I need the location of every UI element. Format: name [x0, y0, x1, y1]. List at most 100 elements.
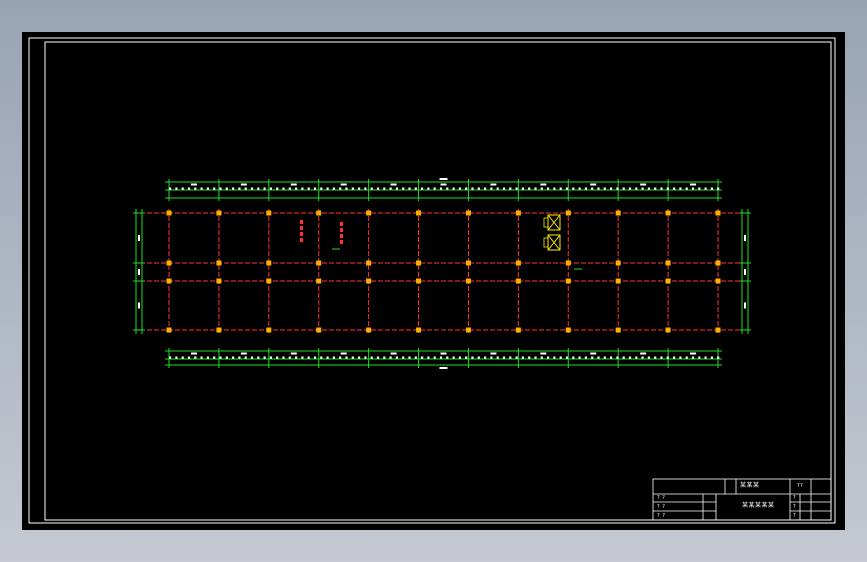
dimension-mark	[515, 356, 518, 359]
dimension-text	[744, 269, 746, 275]
dimension-mark	[490, 187, 493, 190]
dimension-mark	[320, 356, 323, 359]
dimension-mark	[547, 356, 550, 359]
dimension-mark	[502, 187, 506, 190]
dimension-mark	[654, 187, 657, 190]
title-block-row-2: ? ?	[657, 504, 666, 510]
dimension-mark	[376, 356, 380, 359]
dimension-mark	[635, 356, 638, 359]
column	[615, 260, 621, 266]
column	[615, 210, 621, 216]
dimension-mark	[673, 187, 676, 190]
dimension-mark	[698, 356, 701, 359]
column	[565, 260, 571, 266]
dimension-mark	[471, 356, 474, 359]
column	[715, 327, 721, 333]
dimension-mark	[465, 356, 468, 359]
section-glyph	[340, 234, 343, 238]
title-block-row-1: ? ?	[657, 495, 666, 501]
dimension-mark	[206, 356, 209, 359]
dimension-mark	[175, 356, 178, 359]
dimension-mark	[364, 356, 367, 359]
dimension-mark	[370, 187, 373, 190]
dimension-mark	[414, 187, 417, 190]
section-glyph	[340, 222, 343, 226]
dimension-mark	[301, 187, 304, 190]
dimension-mark	[603, 356, 606, 359]
dimension-mark	[452, 356, 455, 359]
dimension-mark	[427, 187, 430, 190]
dimension-text	[490, 183, 497, 186]
dimension-mark	[389, 356, 392, 359]
dimension-mark	[528, 187, 531, 190]
column	[266, 327, 272, 333]
dimension-mark	[565, 356, 569, 359]
dimension-mark	[276, 356, 279, 359]
dimension-mark	[559, 356, 562, 359]
dimension-mark	[553, 356, 556, 359]
dimension-mark	[666, 356, 669, 359]
dimension-mark	[257, 187, 260, 190]
dimension-mark	[647, 356, 650, 359]
column	[366, 278, 372, 284]
dimension-mark	[622, 187, 625, 190]
dimension-mark	[484, 356, 487, 359]
dimension-text	[590, 183, 597, 186]
column	[465, 260, 471, 266]
dimension-mark	[395, 187, 398, 190]
dimension-mark	[635, 187, 638, 190]
dimension-mark	[351, 356, 354, 359]
dimension-mark	[572, 356, 575, 359]
dimension-mark	[685, 356, 688, 359]
column	[565, 327, 571, 333]
column	[366, 260, 372, 266]
column	[715, 210, 721, 216]
dimension-mark	[225, 187, 228, 190]
dimension-mark	[484, 187, 487, 190]
section-glyph	[340, 240, 343, 244]
dimension-mark	[358, 356, 361, 359]
dimension-mark	[421, 187, 424, 190]
axis-grid	[147, 209, 740, 334]
overall-dimension-text	[439, 178, 448, 180]
dimension-mark	[647, 187, 650, 190]
dimension-mark	[534, 187, 537, 190]
dimension-mark	[710, 187, 713, 190]
dimension-mark	[339, 187, 342, 190]
dimension-mark	[433, 187, 436, 190]
dimension-mark	[250, 356, 254, 359]
dimension-mark	[603, 187, 606, 190]
title-block-row-3: ? ?	[657, 513, 666, 519]
dimension-mark	[383, 356, 386, 359]
dimension-mark	[326, 187, 329, 190]
dimension-mark	[282, 187, 285, 190]
dimension-mark	[691, 356, 695, 359]
column	[266, 260, 272, 266]
title-block-project-name: 某某某	[740, 482, 760, 489]
dimension-mark	[257, 356, 260, 359]
dimension-mark	[345, 187, 348, 190]
column	[216, 278, 222, 284]
dimension-mark	[364, 187, 367, 190]
dimension-mark	[534, 356, 537, 359]
dimension-mark	[477, 356, 480, 359]
column	[166, 278, 172, 284]
dimension-mark	[458, 356, 461, 359]
dimension-mark	[509, 187, 512, 190]
dimension-mark	[332, 356, 335, 359]
dimension-text	[340, 352, 347, 355]
cad-viewport[interactable]: 某某某 某某某某某 ?? ? ? ? ? ? ? ? ? ?	[22, 32, 845, 530]
dimension-mark	[641, 187, 644, 190]
dimension-mark	[616, 187, 619, 190]
dimension-lines	[133, 178, 751, 369]
dimension-mark	[295, 356, 298, 359]
dimension-mark	[691, 187, 695, 190]
dimension-text	[240, 352, 247, 355]
dimension-mark	[288, 187, 291, 190]
title-block-drawing-number: ??	[797, 483, 804, 489]
dimension-mark	[515, 187, 518, 190]
dimension-mark	[578, 187, 581, 190]
dimension-mark	[250, 187, 254, 190]
title-block-right-row-3: ?	[793, 513, 797, 519]
dimension-text	[440, 352, 447, 355]
